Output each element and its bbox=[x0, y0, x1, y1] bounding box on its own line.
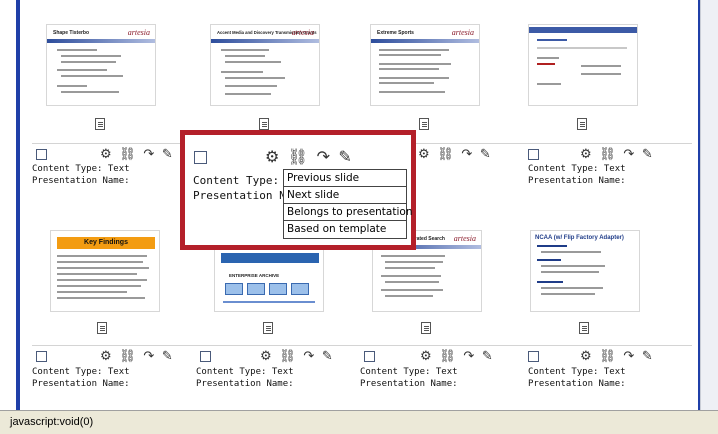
content-type-row: Content Type: Text bbox=[528, 367, 626, 377]
status-bar: javascript:void(0) bbox=[0, 410, 718, 434]
content-type-row: Content Type: Text bbox=[360, 367, 458, 377]
document-icon[interactable] bbox=[259, 118, 269, 130]
presentation-name-row: Presentation Name: bbox=[360, 379, 458, 389]
presentation-name-row: Presentation Name: bbox=[32, 379, 130, 389]
presentation-name-row: Presentation Name: bbox=[32, 176, 130, 186]
edit-icon[interactable]: ✎ bbox=[338, 149, 353, 166]
menu-item-based-on-template[interactable]: Based on template bbox=[284, 221, 406, 238]
link-context-menu: Previous slide Next slide Belongs to pre… bbox=[283, 169, 412, 239]
slide-title: Key Findings bbox=[57, 237, 155, 249]
artesia-logo: artesia bbox=[451, 28, 474, 37]
header-band bbox=[47, 39, 155, 43]
browser-content: Shape Tisterbo artesia Accent Media and … bbox=[0, 0, 718, 434]
action-icons[interactable]: ⚙ ⛓ ↷ ✎ bbox=[580, 146, 655, 162]
document-icon[interactable] bbox=[577, 118, 587, 130]
diagram-band bbox=[221, 253, 319, 263]
arrow-icon[interactable]: ↷ bbox=[317, 149, 332, 166]
header-band bbox=[529, 27, 637, 33]
document-icon[interactable] bbox=[263, 322, 273, 334]
slide-title: Extreme Sports bbox=[377, 30, 414, 36]
menu-item-previous-slide[interactable]: Previous slide bbox=[284, 170, 406, 187]
action-icons[interactable]: ⚙ ⛓ ↷ ✎ bbox=[420, 348, 495, 364]
select-checkbox[interactable] bbox=[528, 149, 539, 160]
gear-icon[interactable]: ⚙ bbox=[265, 149, 281, 166]
select-checkbox[interactable] bbox=[528, 351, 539, 362]
presentation-name-row: Presentation Name: bbox=[196, 379, 294, 389]
link-icon[interactable]: ⛓ bbox=[288, 149, 310, 166]
select-checkbox[interactable] bbox=[364, 351, 375, 362]
slide-thumbnail[interactable]: NCAA (w/ Flip Factory Adapter) bbox=[530, 230, 640, 312]
select-checkbox[interactable] bbox=[194, 151, 207, 164]
slide-thumbnail[interactable]: Shape Tisterbo artesia bbox=[46, 24, 156, 106]
document-icon[interactable] bbox=[579, 322, 589, 334]
presentation-name-row: Presentation Name: bbox=[528, 379, 626, 389]
divider bbox=[32, 345, 692, 346]
presentation-name-row: Presentation Name: bbox=[528, 176, 626, 186]
content-type-row: Content Type: Text bbox=[32, 164, 130, 174]
artesia-logo: artesia bbox=[127, 28, 150, 37]
action-icons[interactable]: ⚙ ⛓ ↷ ✎ bbox=[265, 147, 354, 167]
artesia-logo: artesia bbox=[453, 234, 476, 243]
content-type-row: Content Type: Text bbox=[32, 367, 130, 377]
slide-thumbnail[interactable] bbox=[528, 24, 638, 106]
scrollbar[interactable] bbox=[700, 0, 718, 410]
action-icons[interactable]: ⚙ ⛓ ↷ ✎ bbox=[100, 146, 175, 162]
artesia-logo: artesia bbox=[291, 28, 314, 37]
action-icons[interactable]: ⚙ ⛓ ↷ ✎ bbox=[418, 146, 493, 162]
slide-title: NCAA (w/ Flip Factory Adapter) bbox=[535, 235, 624, 241]
content-type-row: Content Type: Text bbox=[528, 164, 626, 174]
content-type-row: Content Type: Text bbox=[196, 367, 294, 377]
document-icon[interactable] bbox=[95, 118, 105, 130]
header-band bbox=[371, 39, 479, 43]
menu-item-next-slide[interactable]: Next slide bbox=[284, 187, 406, 204]
slide-thumbnail[interactable]: Accent Media and Discovery Transmission … bbox=[210, 24, 320, 106]
slide-thumbnail[interactable]: Extreme Sports artesia bbox=[370, 24, 480, 106]
action-icons[interactable]: ⚙ ⛓ ↷ ✎ bbox=[580, 348, 655, 364]
document-icon[interactable] bbox=[419, 118, 429, 130]
action-icons[interactable]: ⚙ ⛓ ↷ ✎ bbox=[260, 348, 335, 364]
slide-title: Shape Tisterbo bbox=[53, 30, 90, 36]
status-text: javascript:void(0) bbox=[10, 416, 94, 428]
action-icons[interactable]: ⚙ ⛓ ↷ ✎ bbox=[100, 348, 175, 364]
left-border bbox=[16, 0, 20, 410]
header-band bbox=[211, 39, 319, 43]
select-checkbox[interactable] bbox=[36, 149, 47, 160]
document-icon[interactable] bbox=[97, 322, 107, 334]
menu-item-belongs-to-presentation[interactable]: Belongs to presentation bbox=[284, 204, 412, 221]
slide-thumbnail[interactable]: Key Findings bbox=[50, 230, 160, 312]
slide-title: ENTERPRISE ARCHIVE bbox=[229, 273, 280, 278]
document-icon[interactable] bbox=[421, 322, 431, 334]
select-checkbox[interactable] bbox=[36, 351, 47, 362]
select-checkbox[interactable] bbox=[200, 351, 211, 362]
